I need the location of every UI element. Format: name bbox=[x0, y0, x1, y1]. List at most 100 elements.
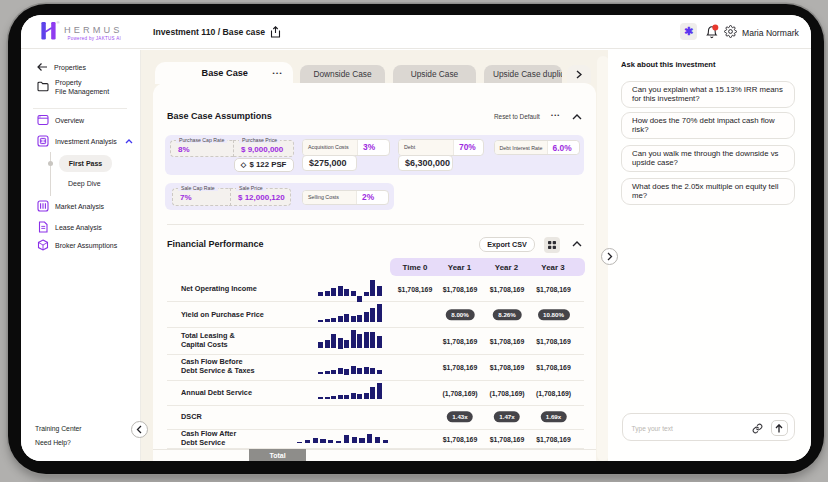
field-label: Debt bbox=[399, 140, 454, 155]
send-button[interactable] bbox=[771, 420, 788, 436]
assumptions-collapse-chevron-icon[interactable] bbox=[572, 114, 582, 120]
tab-upside-case-duplicate[interactable]: Upside Case duplic bbox=[484, 65, 562, 83]
row-label: Cash Flow AfterDebt Service bbox=[181, 430, 286, 448]
spark-bar bbox=[338, 368, 343, 374]
bell-icon[interactable] bbox=[705, 24, 719, 39]
sidebar-item-overview[interactable]: Overview bbox=[21, 112, 140, 128]
purchase-price-field[interactable]: Purchase Price $ 9,000,000 bbox=[233, 140, 294, 157]
investment-icon bbox=[37, 135, 49, 147]
acquisition-costs-amount[interactable]: $275,000 bbox=[302, 155, 357, 171]
top-bar: ® HERMUS Powered by JAKTUS AI Investment… bbox=[21, 15, 811, 49]
arrow-left-icon bbox=[37, 62, 48, 72]
purchase-cap-rate-field[interactable]: Purchase Cap Rate 8% bbox=[170, 140, 233, 157]
sidebar-subitem-deep-dive[interactable]: Deep Dive bbox=[68, 180, 101, 187]
sidebar-item-broker-assumptions[interactable]: Broker Assumptions bbox=[21, 237, 140, 253]
tab-base-case[interactable]: Base Case ••• bbox=[155, 62, 293, 84]
tab-label: Upside Case duplic bbox=[493, 69, 562, 79]
spark-bar bbox=[325, 340, 330, 348]
sidebar-item-lease-analysis[interactable]: Lease Analysis bbox=[21, 219, 140, 235]
brand-tagline: Powered by JAKTUS AI bbox=[64, 36, 121, 41]
debt-amount[interactable]: $6,300,000 bbox=[398, 155, 453, 171]
reset-to-default-button[interactable]: Reset to Default bbox=[494, 113, 540, 120]
performance-collapse-chevron-icon[interactable] bbox=[572, 241, 582, 247]
spark-bar bbox=[377, 336, 382, 348]
sidebar-item-market-analysis[interactable]: Market Analysis bbox=[21, 198, 140, 214]
gear-icon[interactable] bbox=[724, 25, 737, 38]
price-per-sf-box[interactable]: ◇ $ 122 PSF bbox=[234, 158, 294, 172]
spark-bar bbox=[344, 369, 349, 374]
spark-bar bbox=[313, 438, 318, 443]
spark-bar bbox=[370, 387, 375, 399]
chevron-up-icon[interactable] bbox=[125, 139, 133, 144]
spark-bar bbox=[357, 315, 362, 322]
sidebar-item-properties[interactable]: Properties bbox=[21, 59, 140, 75]
sidebar-collapse-button[interactable] bbox=[131, 421, 148, 438]
spark-bar bbox=[359, 438, 364, 443]
chevron-right-icon bbox=[607, 252, 613, 261]
spark-bar bbox=[357, 394, 362, 400]
table-row: Cash Flow AfterDebt Service $1,708,169 $1,… bbox=[167, 430, 584, 450]
spark-bar bbox=[320, 439, 325, 443]
sidebar-item-label: Overview bbox=[55, 117, 84, 124]
sidebar-item-property-file-management[interactable]: PropertyFile Management bbox=[21, 79, 140, 103]
spark-bar bbox=[364, 367, 369, 374]
overview-icon bbox=[37, 114, 49, 126]
column-header: Year 2 bbox=[495, 263, 518, 272]
assistant-asterisk-button[interactable]: ✱ bbox=[680, 23, 697, 40]
chat-expand-button[interactable] bbox=[601, 248, 618, 265]
spark-bar bbox=[383, 440, 388, 443]
selling-costs-field[interactable]: Selling Costs 2% bbox=[302, 190, 389, 205]
cell-value: $1,708,169 bbox=[443, 285, 478, 292]
need-help-link[interactable]: Need Help? bbox=[35, 439, 71, 446]
breadcrumb-title: Investment 110 / Base case bbox=[153, 27, 265, 37]
cell-value: $1,708,169 bbox=[443, 435, 478, 442]
user-name[interactable]: Maria Normark bbox=[742, 28, 799, 38]
spark-bar bbox=[370, 368, 375, 374]
grid-view-button[interactable] bbox=[544, 237, 560, 253]
cell-value: (1,708,169) bbox=[489, 389, 524, 396]
spark-bar bbox=[367, 434, 372, 443]
training-center-link[interactable]: Training Center bbox=[35, 425, 82, 432]
spark-bar bbox=[331, 370, 336, 374]
field-value: $ 12,000,120 bbox=[238, 193, 285, 202]
cell-value: $1,708,169 bbox=[443, 337, 478, 344]
section-divider bbox=[167, 224, 584, 225]
chat-input[interactable]: Type your text bbox=[622, 413, 795, 441]
sidebar-item-label: Properties bbox=[54, 64, 86, 71]
value-badge: 10.80% bbox=[538, 309, 570, 320]
debt-interest-rate-field[interactable]: Debt Interest Rate 6.0% bbox=[494, 140, 580, 155]
suggested-question-card[interactable]: What does the 2.05x multiple on equity t… bbox=[621, 178, 795, 205]
field-value: 2% bbox=[357, 191, 379, 204]
assumptions-menu-dots-icon[interactable]: ••• bbox=[551, 112, 560, 118]
spark-bar bbox=[377, 370, 382, 374]
spark-bar bbox=[318, 320, 323, 322]
sidebar-item-label: PropertyFile Management bbox=[55, 79, 109, 96]
cell-value: $1,708,169 bbox=[536, 435, 571, 442]
spark-bar bbox=[325, 397, 330, 399]
sale-price-field[interactable]: Sale Price $ 12,000,120 bbox=[230, 188, 291, 206]
sidebar-subitem-first-pass[interactable]: First Pass bbox=[59, 155, 112, 172]
sparkline-chart bbox=[297, 430, 397, 450]
tab-scroll-right-button[interactable] bbox=[567, 65, 591, 83]
field-value: 70% bbox=[454, 140, 481, 155]
suggested-question-card[interactable]: Can you explain what a 15.13% IRR means … bbox=[621, 81, 795, 108]
sale-cap-rate-field[interactable]: Sale Cap Rate 7% bbox=[172, 188, 230, 206]
sidebar-item-investment-analysis[interactable]: Investment Analysis bbox=[21, 133, 140, 149]
export-csv-button[interactable]: Export CSV bbox=[479, 237, 535, 252]
tab-upside-case[interactable]: Upside Case bbox=[393, 65, 476, 83]
spark-bar bbox=[351, 291, 356, 296]
spark-bar bbox=[325, 371, 330, 374]
suggested-question-card[interactable]: Can you walk me through the downside vs … bbox=[621, 145, 795, 172]
table-row: DSCR1.43x1.47x1.69x bbox=[167, 406, 584, 430]
link-icon[interactable] bbox=[752, 423, 763, 434]
acquisition-costs-field[interactable]: Acquisition Costs 3% bbox=[302, 139, 390, 156]
tab-downside-case[interactable]: Downside Case bbox=[300, 65, 385, 83]
value-badge: 1.47x bbox=[494, 411, 520, 422]
debt-field[interactable]: Debt 70% bbox=[398, 139, 484, 156]
column-header: Year 1 bbox=[448, 263, 471, 272]
share-icon[interactable] bbox=[270, 26, 281, 38]
suggested-question-card[interactable]: How does the 70% debt impact cash flow r… bbox=[621, 112, 795, 139]
tab-menu-dots-icon[interactable]: ••• bbox=[272, 70, 293, 76]
cell-value: $1,708,169 bbox=[536, 285, 571, 292]
row-label: Cash Flow BeforeDebt Service & Taxes bbox=[181, 358, 286, 376]
